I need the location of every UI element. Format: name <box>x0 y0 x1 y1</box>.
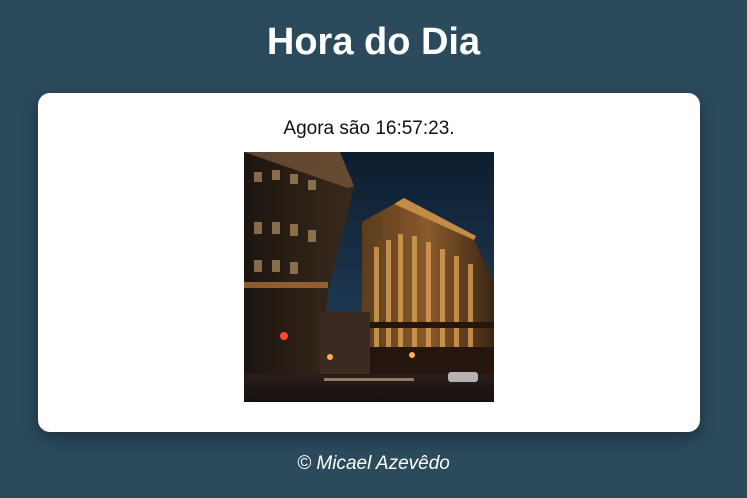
current-time-text: Agora são 16:57:23. <box>283 118 455 139</box>
content-card: Agora são 16:57:23. <box>38 93 700 432</box>
page-title: Hora do Dia <box>266 21 481 63</box>
footer-credit: © Micael Azevêdo <box>297 453 450 474</box>
time-of-day-photo <box>244 152 494 402</box>
